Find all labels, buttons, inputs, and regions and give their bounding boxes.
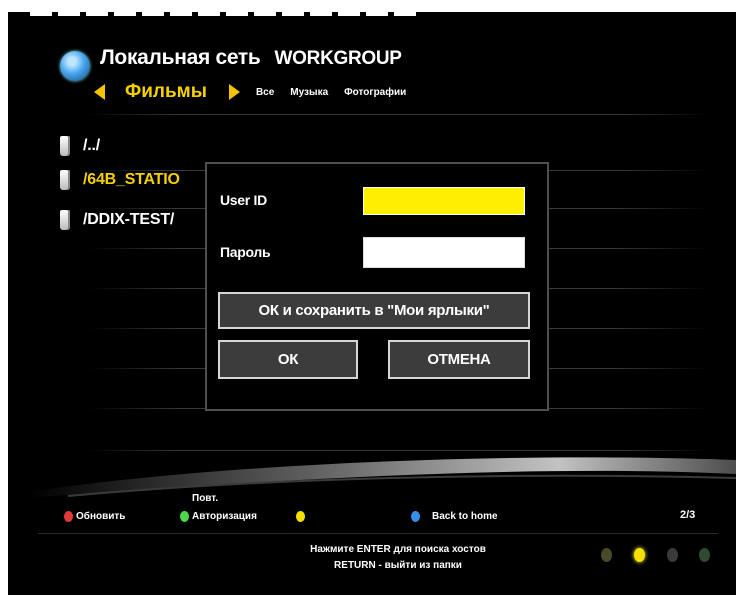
password-label: Пароль <box>220 244 271 260</box>
globe-icon <box>60 51 90 81</box>
legend-refresh-label: Обновить <box>76 511 126 522</box>
network-title: Локальная сеть <box>100 46 261 69</box>
cancel-button[interactable]: ОТМЕНА <box>388 340 530 379</box>
divider <box>88 114 708 115</box>
page-dot <box>601 548 612 562</box>
tab-music[interactable]: Музыка <box>290 87 328 98</box>
userid-label: User ID <box>220 192 267 208</box>
legend-yellow[interactable] <box>296 511 308 522</box>
file-icon <box>60 210 70 230</box>
legend-auth-label: Авторизация <box>192 511 257 522</box>
page-dot <box>699 548 710 562</box>
yellow-button-icon <box>296 511 305 522</box>
hint-text: Нажмите ENTER для поиска хостов RETURN -… <box>248 542 548 574</box>
tab-all[interactable]: Все <box>256 87 274 98</box>
legend-auth[interactable]: Авторизация <box>180 511 257 522</box>
list-item[interactable]: /../ <box>60 133 100 159</box>
save-to-shortcuts-button[interactable]: ОК и сохранить в "Мои ярлыки" <box>218 292 530 329</box>
category-tabs: Фильмы Все Музыка Фотографии <box>94 80 406 104</box>
green-button-icon <box>180 511 189 522</box>
login-dialog: User ID Пароль ОК и сохранить в "Мои ярл… <box>205 162 549 411</box>
arrow-left-icon[interactable] <box>94 84 105 100</box>
decorative-swoosh <box>28 457 736 498</box>
ok-button[interactable]: ОК <box>218 340 358 379</box>
list-item-label: /../ <box>83 137 100 154</box>
hint-line-1: Нажмите ENTER для поиска хостов <box>310 544 486 555</box>
list-item[interactable]: /64B_STATIO <box>60 167 180 193</box>
file-icon <box>60 136 70 156</box>
tv-screen: Локальная сеть WORKGROUP Фильмы Все Музык… <box>8 12 736 595</box>
arrow-right-icon[interactable] <box>228 84 240 100</box>
blue-button-icon <box>411 511 420 522</box>
legend-refresh[interactable]: Обновить <box>64 511 125 522</box>
legend-back-home[interactable]: Back to home <box>411 511 498 522</box>
legend-back-home-label: Back to home <box>432 511 498 522</box>
tab-movies[interactable]: Фильмы <box>125 81 207 103</box>
tab-photos[interactable]: Фотографии <box>344 87 406 98</box>
list-item[interactable]: /DDIX-TEST/ <box>60 207 174 233</box>
page-dot <box>667 548 678 562</box>
file-icon <box>60 170 70 190</box>
workgroup-name: WORKGROUP <box>274 48 402 69</box>
legend-auth-top: Повт. <box>192 493 219 504</box>
red-button-icon <box>64 511 73 522</box>
page-title: Локальная сеть WORKGROUP <box>100 46 402 70</box>
top-marker-bar <box>30 12 416 16</box>
page-counter: 2/3 <box>680 509 696 521</box>
list-item-label: /64B_STATIO <box>83 171 180 188</box>
userid-field[interactable] <box>363 187 525 215</box>
password-field[interactable] <box>363 237 525 268</box>
list-item-label: /DDIX-TEST/ <box>83 211 175 228</box>
hint-line-2: RETURN - выйти из папки <box>334 560 462 571</box>
page-dot-active <box>634 548 645 562</box>
divider <box>38 533 718 534</box>
